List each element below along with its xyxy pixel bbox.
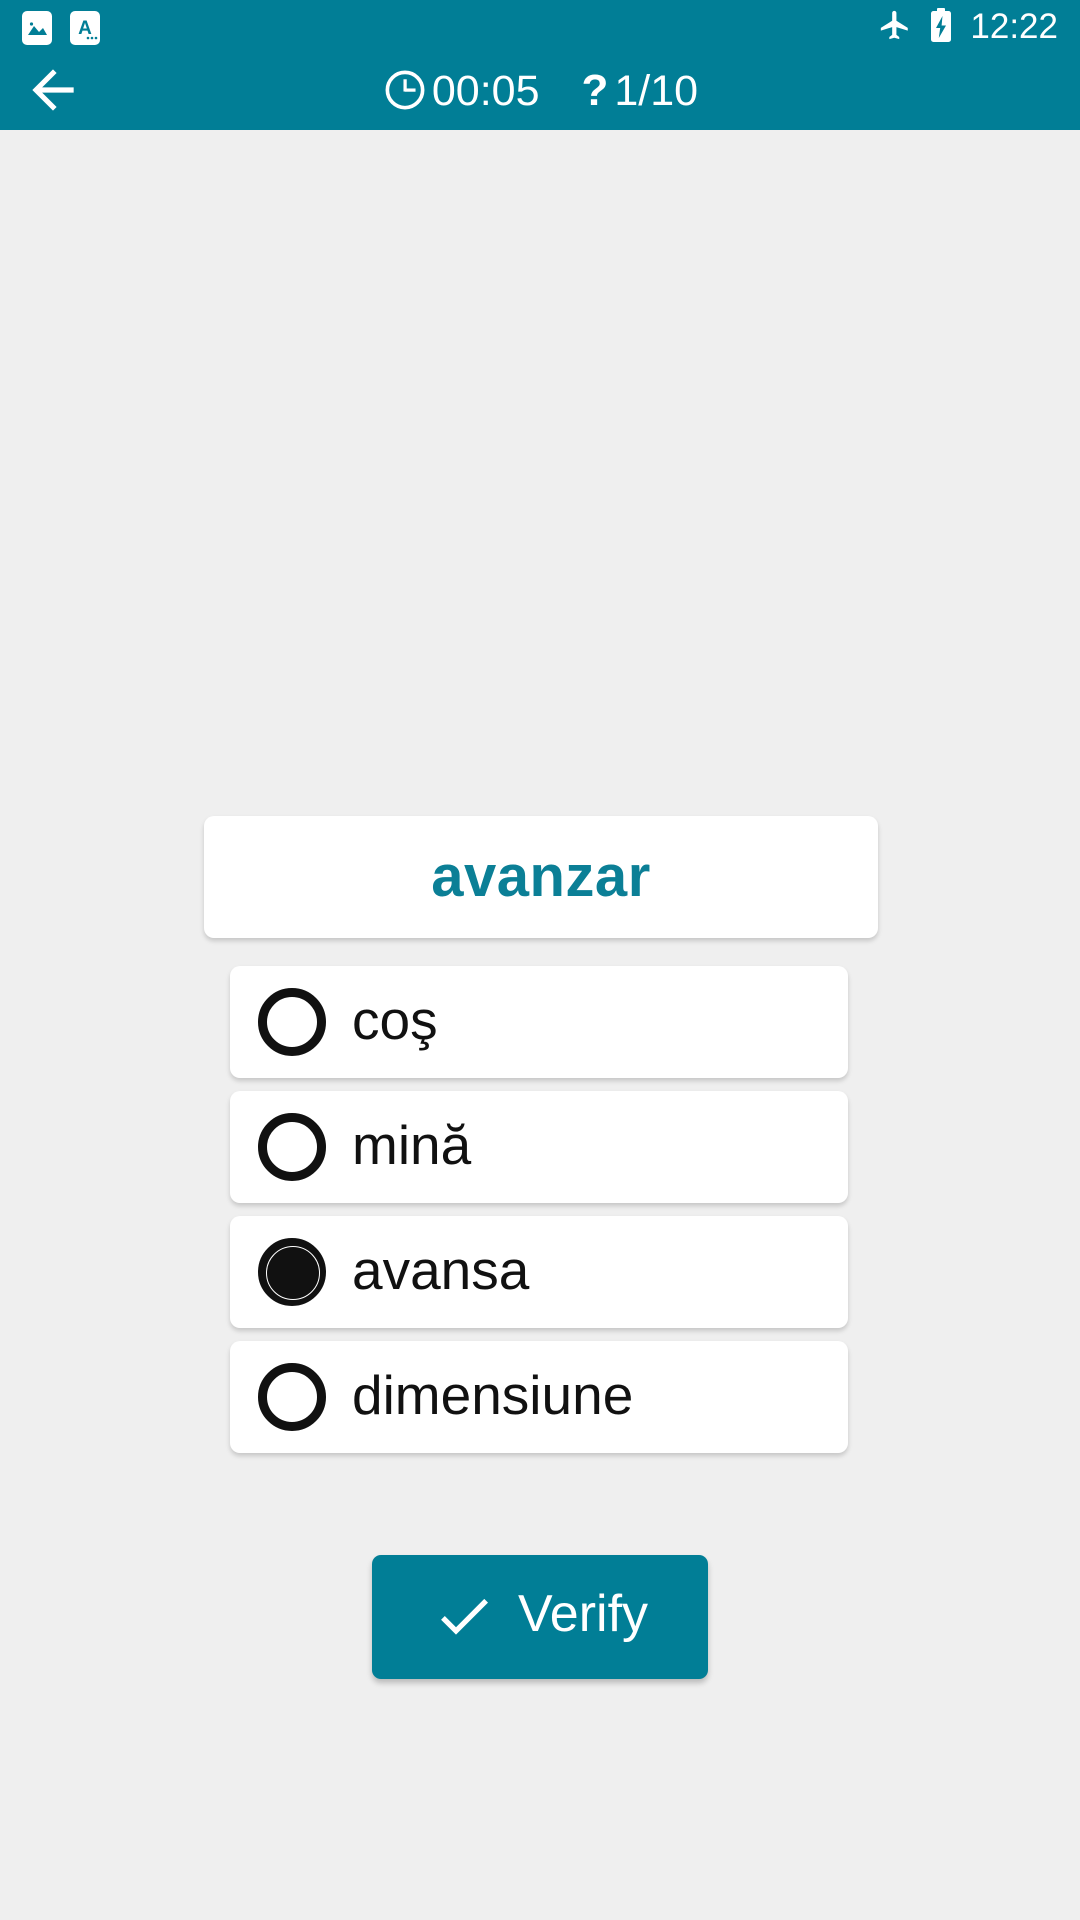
back-button[interactable]	[16, 56, 90, 130]
image-notification-icon	[22, 10, 52, 45]
verify-button[interactable]: Verify	[372, 1555, 708, 1679]
status-bar-clock: 12:22	[970, 7, 1058, 46]
question-progress: 1/10	[614, 66, 699, 115]
progress-group: ? 1/10	[582, 69, 699, 116]
quiz-content: avanzar coş mină avansa dimensiune Verif…	[0, 130, 1080, 1920]
answer-option-1[interactable]: coş	[230, 966, 848, 1078]
radio-button-selected[interactable]	[258, 1238, 326, 1306]
text-character-notification-icon: A	[70, 10, 100, 45]
status-bar-notifications: A	[22, 10, 100, 45]
checkmark-icon	[432, 1584, 496, 1651]
status-bar-indicators: 12:22	[878, 7, 1058, 48]
app-bar: 00:05 ? 1/10	[0, 55, 1080, 130]
app-screen: A 12:22 00:05 ? 1/10 avanzar coş mină av…	[0, 0, 1080, 1920]
timer-group: 00:05	[382, 67, 540, 118]
status-bar: A 12:22	[0, 0, 1080, 55]
answer-option-label: dimensiune	[352, 1363, 634, 1426]
radio-button-unselected[interactable]	[258, 988, 326, 1056]
answer-option-label: avansa	[352, 1238, 530, 1301]
app-bar-title-group: 00:05 ? 1/10	[0, 55, 1080, 130]
radio-button-unselected[interactable]	[258, 1113, 326, 1181]
question-mark-icon: ?	[581, 66, 609, 115]
question-card: avanzar	[204, 816, 878, 938]
clock-icon	[382, 67, 428, 118]
airplane-mode-icon	[878, 8, 912, 47]
battery-charging-icon	[928, 7, 954, 48]
question-word: avanzar	[431, 844, 651, 909]
back-arrow-icon	[22, 59, 84, 126]
answer-option-label: coş	[352, 988, 438, 1051]
svg-text:A: A	[78, 18, 92, 39]
answer-option-2[interactable]: mină	[230, 1091, 848, 1203]
verify-button-label: Verify	[517, 1585, 649, 1643]
answer-option-3[interactable]: avansa	[230, 1216, 848, 1328]
radio-button-unselected[interactable]	[258, 1363, 326, 1431]
answer-options-list: coş mină avansa dimensiune	[230, 966, 848, 1466]
answer-option-label: mină	[352, 1113, 472, 1176]
timer-value: 00:05	[431, 66, 540, 115]
answer-option-4[interactable]: dimensiune	[230, 1341, 848, 1453]
